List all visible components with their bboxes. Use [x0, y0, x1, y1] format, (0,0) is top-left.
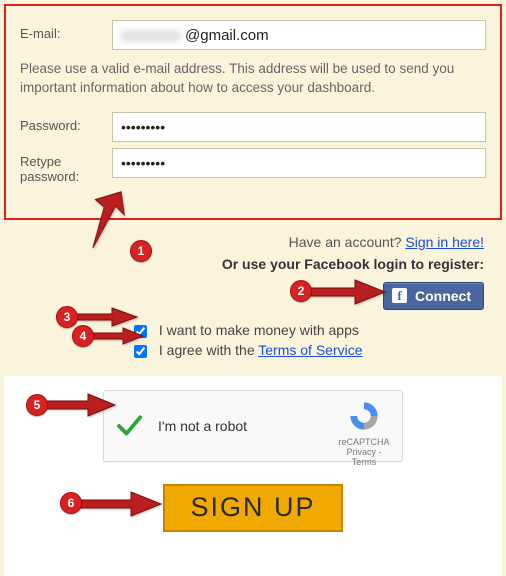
facebook-connect-button[interactable]: f Connect [383, 282, 484, 310]
have-account-line: Have an account? Sign in here! [4, 234, 484, 250]
recaptcha-terms-link[interactable]: Terms [352, 457, 377, 467]
annotation-badge-4: 4 [72, 325, 94, 347]
recaptcha-checkmark-icon [114, 411, 144, 441]
lower-section: I'm not a robot reCAPTCHA Privacy - Term… [4, 376, 502, 576]
checkbox-money-label: I want to make money with apps [159, 322, 359, 338]
retype-password-input[interactable] [112, 148, 486, 178]
checkbox-terms[interactable] [134, 345, 147, 358]
facebook-prompt: Or use your Facebook login to register: [4, 256, 484, 272]
password-row: Password: [20, 112, 486, 142]
email-label: E-mail: [20, 20, 112, 41]
sign-up-label: SIGN UP [190, 492, 315, 523]
password-label: Password: [20, 112, 112, 133]
recaptcha-privacy-link[interactable]: Privacy [346, 447, 376, 457]
email-input[interactable]: xxxxxxxx @gmail.com [112, 20, 486, 50]
recaptcha-brand: reCAPTCHA Privacy - Terms [334, 399, 394, 453]
password-input[interactable] [112, 112, 486, 142]
checkbox-money[interactable] [134, 325, 147, 338]
facebook-icon: f [392, 288, 407, 303]
checkbox-money-row: I want to make money with apps [134, 322, 502, 338]
recaptcha-label: I'm not a robot [158, 418, 247, 434]
form-highlight-box: E-mail: xxxxxxxx @gmail.com Please use a… [4, 4, 502, 220]
have-account-text: Have an account? [289, 234, 406, 250]
retype-password-row: Retype password: [20, 148, 486, 184]
recaptcha-logo-icon [347, 399, 381, 433]
recaptcha-brand-text: reCAPTCHA [334, 437, 394, 447]
email-hidden-part: xxxxxxxx [121, 27, 181, 44]
email-help-text: Please use a valid e-mail address. This … [20, 60, 486, 98]
terms-of-service-link[interactable]: Terms of Service [258, 342, 362, 358]
checkbox-terms-row: I agree with the Terms of Service [134, 342, 502, 358]
checkbox-terms-prefix: I agree with the [159, 342, 258, 358]
email-domain-part: @gmail.com [185, 27, 269, 44]
sign-in-link[interactable]: Sign in here! [405, 234, 484, 250]
recaptcha-widget[interactable]: I'm not a robot reCAPTCHA Privacy - Term… [103, 390, 403, 462]
facebook-connect-label: Connect [415, 288, 471, 304]
email-row: E-mail: xxxxxxxx @gmail.com [20, 20, 486, 50]
retype-password-label: Retype password: [20, 148, 112, 184]
sign-up-button[interactable]: SIGN UP [163, 484, 343, 532]
